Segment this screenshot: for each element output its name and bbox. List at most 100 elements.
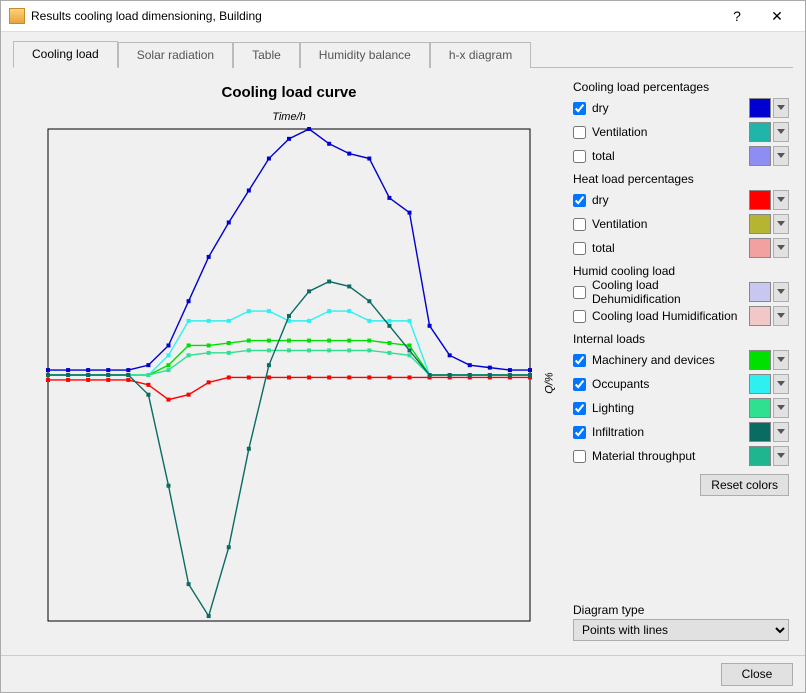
legend-item-label: Ventilation xyxy=(592,125,647,139)
x-axis-label: Time/h xyxy=(272,111,306,123)
close-window-button[interactable]: ✕ xyxy=(757,2,797,30)
tab-humidity-balance[interactable]: Humidity balance xyxy=(300,42,430,68)
color-dropdown-button[interactable] xyxy=(773,98,789,118)
legend-item-label: Machinery and devices xyxy=(592,353,715,367)
legend-item-label: dry xyxy=(592,101,609,115)
plot-area: Q/% xyxy=(34,125,544,628)
color-dropdown-button[interactable] xyxy=(773,146,789,166)
legend-group-title: Internal loads xyxy=(573,332,789,346)
legend-item: total xyxy=(573,144,789,168)
color-swatch[interactable] xyxy=(749,374,771,394)
color-swatch[interactable] xyxy=(749,190,771,210)
legend-item: Ventilation xyxy=(573,212,789,236)
legend-checkbox-label[interactable]: Lighting xyxy=(573,401,749,415)
legend-item: dry xyxy=(573,188,789,212)
color-dropdown-button[interactable] xyxy=(773,122,789,142)
reset-colors-button[interactable]: Reset colors xyxy=(700,474,789,496)
color-dropdown-button[interactable] xyxy=(773,238,789,258)
legend-item: Machinery and devices xyxy=(573,348,789,372)
color-swatch[interactable] xyxy=(749,122,771,142)
legend-checkbox[interactable] xyxy=(573,426,586,439)
legend-item-label: Occupants xyxy=(592,377,649,391)
y-axis-label: Q/% xyxy=(543,372,555,393)
legend-item: Lighting xyxy=(573,396,789,420)
legend-checkbox[interactable] xyxy=(573,126,586,139)
legend-group-title: Heat load percentages xyxy=(573,172,789,186)
legend-item-label: Lighting xyxy=(592,401,634,415)
legend-checkbox-label[interactable]: Cooling load Dehumidification xyxy=(573,278,749,306)
color-dropdown-button[interactable] xyxy=(773,306,789,326)
legend-group-title: Cooling load percentages xyxy=(573,80,789,94)
footer: Close xyxy=(1,655,805,692)
color-dropdown-button[interactable] xyxy=(773,214,789,234)
legend-checkbox-label[interactable]: Cooling load Humidification xyxy=(573,309,749,323)
close-button[interactable]: Close xyxy=(721,663,793,686)
legend-item: Cooling load Humidification xyxy=(573,304,789,328)
legend-checkbox-label[interactable]: Ventilation xyxy=(573,217,749,231)
color-dropdown-button[interactable] xyxy=(773,282,789,302)
tab-solar-radiation[interactable]: Solar radiation xyxy=(118,42,233,68)
tab-table[interactable]: Table xyxy=(233,42,300,68)
legend-item: total xyxy=(573,236,789,260)
legend-checkbox[interactable] xyxy=(573,242,586,255)
legend-checkbox[interactable] xyxy=(573,286,586,299)
legend-checkbox[interactable] xyxy=(573,218,586,231)
titlebar: Results cooling load dimensioning, Build… xyxy=(1,1,805,32)
legend-checkbox[interactable] xyxy=(573,450,586,463)
color-swatch[interactable] xyxy=(749,350,771,370)
diagram-type-select[interactable]: Points with lines xyxy=(573,619,789,641)
legend-checkbox-label[interactable]: total xyxy=(573,241,749,255)
color-dropdown-button[interactable] xyxy=(773,350,789,370)
color-swatch[interactable] xyxy=(749,238,771,258)
legend-checkbox-label[interactable]: Infiltration xyxy=(573,425,749,439)
legend-checkbox-label[interactable]: Ventilation xyxy=(573,125,749,139)
color-swatch[interactable] xyxy=(749,98,771,118)
legend-item: dry xyxy=(573,96,789,120)
color-swatch[interactable] xyxy=(749,146,771,166)
legend-checkbox-label[interactable]: dry xyxy=(573,101,749,115)
help-button[interactable]: ? xyxy=(717,2,757,30)
color-swatch[interactable] xyxy=(749,446,771,466)
chart-svg xyxy=(34,125,544,625)
legend-item: Occupants xyxy=(573,372,789,396)
color-swatch[interactable] xyxy=(749,422,771,442)
legend-checkbox[interactable] xyxy=(573,102,586,115)
legend-checkbox-label[interactable]: total xyxy=(573,149,749,163)
color-dropdown-button[interactable] xyxy=(773,374,789,394)
legend-checkbox[interactable] xyxy=(573,150,586,163)
legend-item-label: dry xyxy=(592,193,609,207)
tab-cooling-load[interactable]: Cooling load xyxy=(13,41,118,68)
legend-item: Ventilation xyxy=(573,120,789,144)
color-dropdown-button[interactable] xyxy=(773,398,789,418)
legend-checkbox-label[interactable]: Material throughput xyxy=(573,449,749,463)
diagram-type-section: Diagram type Points with lines xyxy=(573,599,789,641)
tab-h-x-diagram[interactable]: h-x diagram xyxy=(430,42,531,68)
legend-checkbox-label[interactable]: Occupants xyxy=(573,377,749,391)
legend-checkbox[interactable] xyxy=(573,402,586,415)
window-title: Results cooling load dimensioning, Build… xyxy=(31,9,717,23)
tab-bar: Cooling loadSolar radiationTableHumidity… xyxy=(1,32,805,67)
chart-title: Cooling load curve xyxy=(221,84,356,101)
color-dropdown-button[interactable] xyxy=(773,422,789,442)
legend-checkbox-label[interactable]: Machinery and devices xyxy=(573,353,749,367)
color-dropdown-button[interactable] xyxy=(773,190,789,210)
legend-item-label: Infiltration xyxy=(592,425,644,439)
app-icon xyxy=(9,8,25,24)
color-swatch[interactable] xyxy=(749,214,771,234)
legend-checkbox[interactable] xyxy=(573,354,586,367)
dialog-window: Results cooling load dimensioning, Build… xyxy=(0,0,806,693)
legend-item: Material throughput xyxy=(573,444,789,468)
legend-checkbox-label[interactable]: dry xyxy=(573,193,749,207)
legend-item-label: total xyxy=(592,241,615,255)
color-swatch[interactable] xyxy=(749,306,771,326)
legend-checkbox[interactable] xyxy=(573,378,586,391)
legend-item: Cooling load Dehumidification xyxy=(573,280,789,304)
color-swatch[interactable] xyxy=(749,398,771,418)
legend-checkbox[interactable] xyxy=(573,310,586,323)
color-dropdown-button[interactable] xyxy=(773,446,789,466)
legend-item-label: Ventilation xyxy=(592,217,647,231)
legend-item-label: Material throughput xyxy=(592,449,695,463)
legend-group-title: Humid cooling load xyxy=(573,264,789,278)
color-swatch[interactable] xyxy=(749,282,771,302)
legend-checkbox[interactable] xyxy=(573,194,586,207)
